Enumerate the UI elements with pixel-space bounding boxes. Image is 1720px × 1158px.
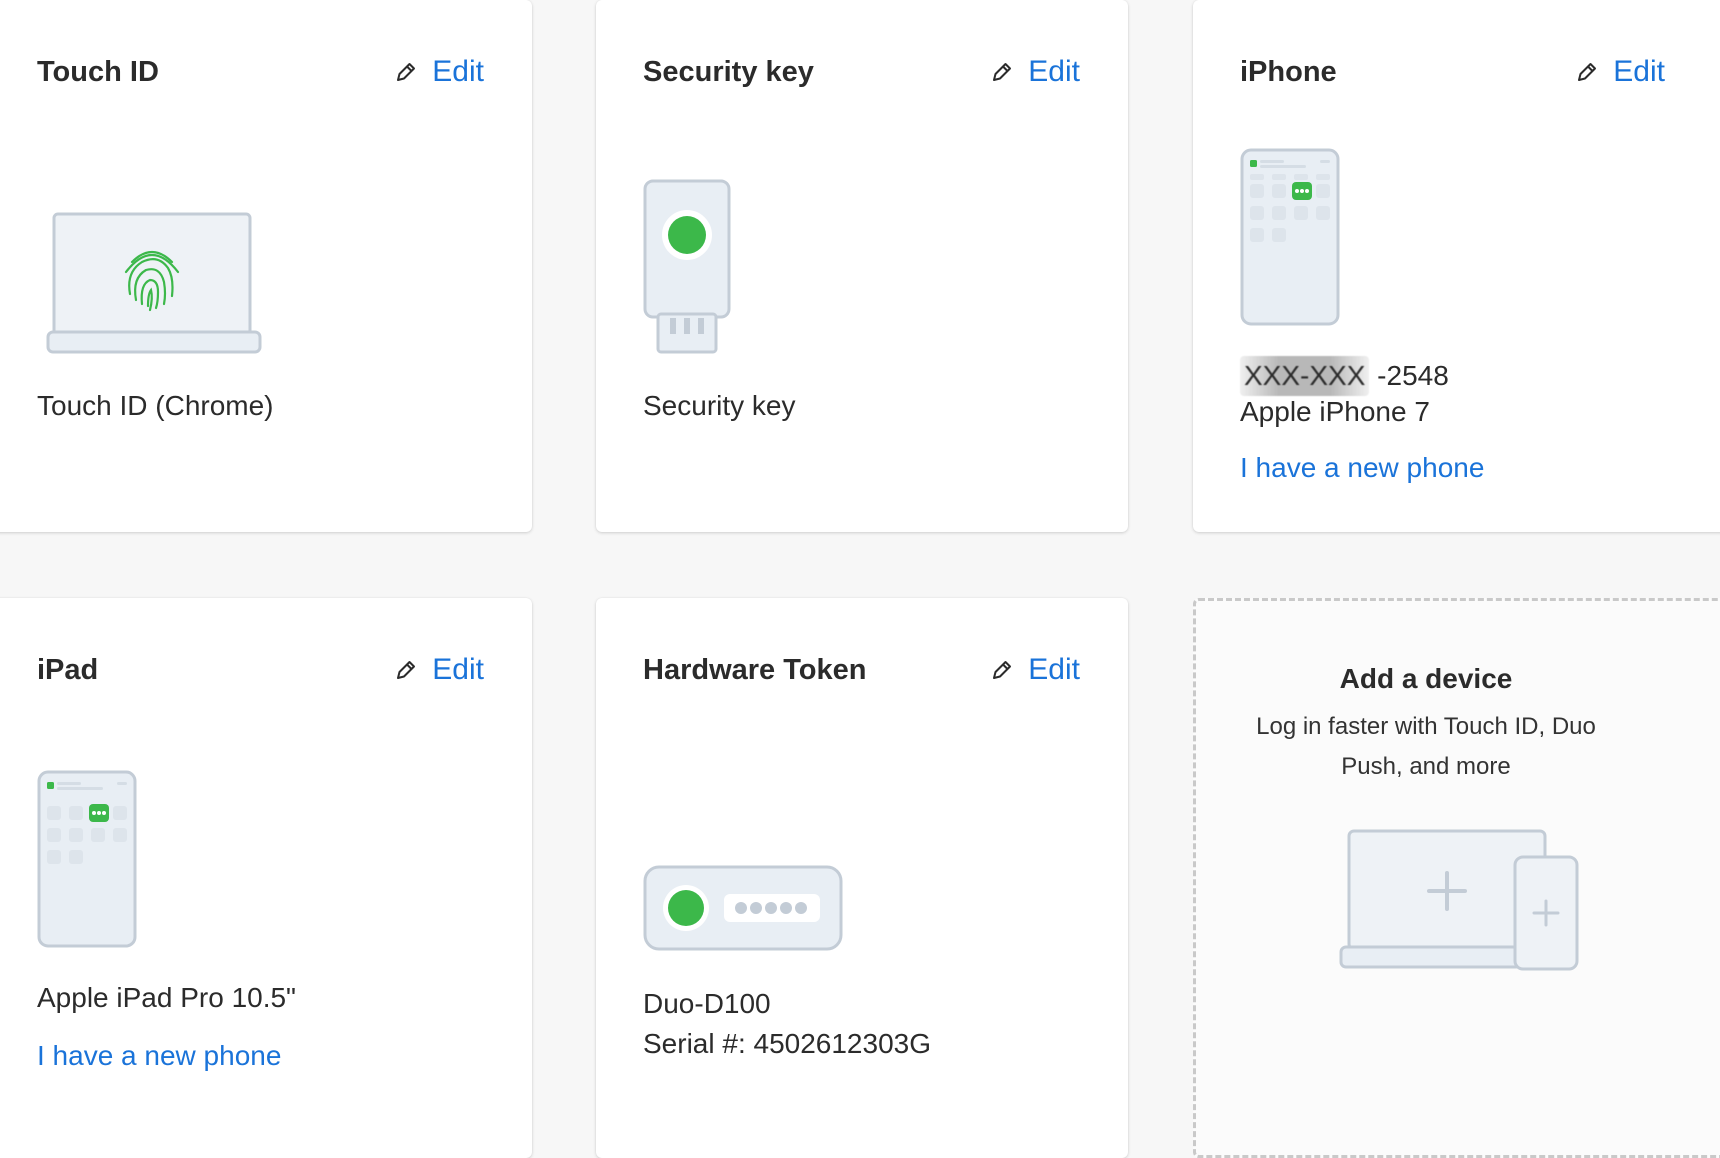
laptop-fingerprint-icon bbox=[46, 212, 262, 354]
card-title: Security key bbox=[643, 56, 814, 88]
device-card-ipad: iPad Edit Apple iPad Pro 10.5" I have a … bbox=[0, 598, 532, 1158]
add-laptop-phone-icon bbox=[1339, 829, 1579, 971]
tablet-duo-app-icon bbox=[37, 770, 137, 948]
device-name: Security key bbox=[643, 390, 796, 421]
hardware-token-icon bbox=[643, 865, 843, 951]
device-name: Duo-D100 bbox=[643, 988, 771, 1019]
phone-number-redacted: XXX-XXX bbox=[1240, 356, 1370, 396]
pencil-icon bbox=[397, 661, 416, 679]
add-device-description: Log in faster with Touch ID, Duo Push, a… bbox=[1256, 713, 1596, 780]
phone-number-suffix: -2548 bbox=[1369, 360, 1449, 391]
device-card-hardware-token: Hardware Token Edit Duo-D100 Serial #: 4… bbox=[596, 598, 1128, 1158]
edit-label: Edit bbox=[1028, 653, 1080, 686]
pencil-icon bbox=[397, 63, 416, 81]
edit-button[interactable]: Edit bbox=[990, 55, 1080, 89]
device-name: Apple iPhone 7 bbox=[1240, 396, 1430, 427]
device-card-iphone: iPhone Edit XXX-XXX -2548 Apple iPhone 7… bbox=[1193, 0, 1720, 532]
add-device-title: Add a device bbox=[1339, 663, 1513, 694]
edit-label: Edit bbox=[1028, 55, 1080, 88]
usb-security-key-icon bbox=[643, 179, 731, 354]
serial-number: Serial #: 4502612303G bbox=[643, 1028, 931, 1059]
edit-button[interactable]: Edit bbox=[394, 55, 484, 89]
pencil-icon bbox=[993, 63, 1012, 81]
phone-duo-app-icon bbox=[1240, 148, 1340, 326]
edit-button[interactable]: Edit bbox=[394, 653, 484, 687]
device-card-touch-id: Touch ID Edit Touch ID (Chrome) bbox=[0, 0, 532, 532]
card-title: Touch ID bbox=[37, 56, 159, 88]
device-card-security-key: Security key Edit Security key bbox=[596, 0, 1128, 532]
edit-label: Edit bbox=[432, 55, 484, 88]
device-name: Apple iPad Pro 10.5" bbox=[37, 982, 296, 1013]
edit-button[interactable]: Edit bbox=[990, 653, 1080, 687]
phone-number: XXX-XXX -2548 bbox=[1240, 356, 1449, 396]
add-device-card[interactable]: Add a device Log in faster with Touch ID… bbox=[1193, 598, 1720, 1158]
edit-label: Edit bbox=[432, 653, 484, 686]
edit-button[interactable]: Edit bbox=[1575, 55, 1665, 89]
card-title: Hardware Token bbox=[643, 654, 867, 686]
card-title: iPhone bbox=[1240, 56, 1337, 88]
pencil-icon bbox=[993, 661, 1012, 679]
edit-label: Edit bbox=[1613, 55, 1665, 88]
new-phone-link[interactable]: I have a new phone bbox=[1240, 452, 1484, 484]
device-name: Touch ID (Chrome) bbox=[37, 390, 274, 421]
new-phone-link[interactable]: I have a new phone bbox=[37, 1040, 281, 1072]
card-title: iPad bbox=[37, 654, 99, 686]
pencil-icon bbox=[1578, 63, 1597, 81]
